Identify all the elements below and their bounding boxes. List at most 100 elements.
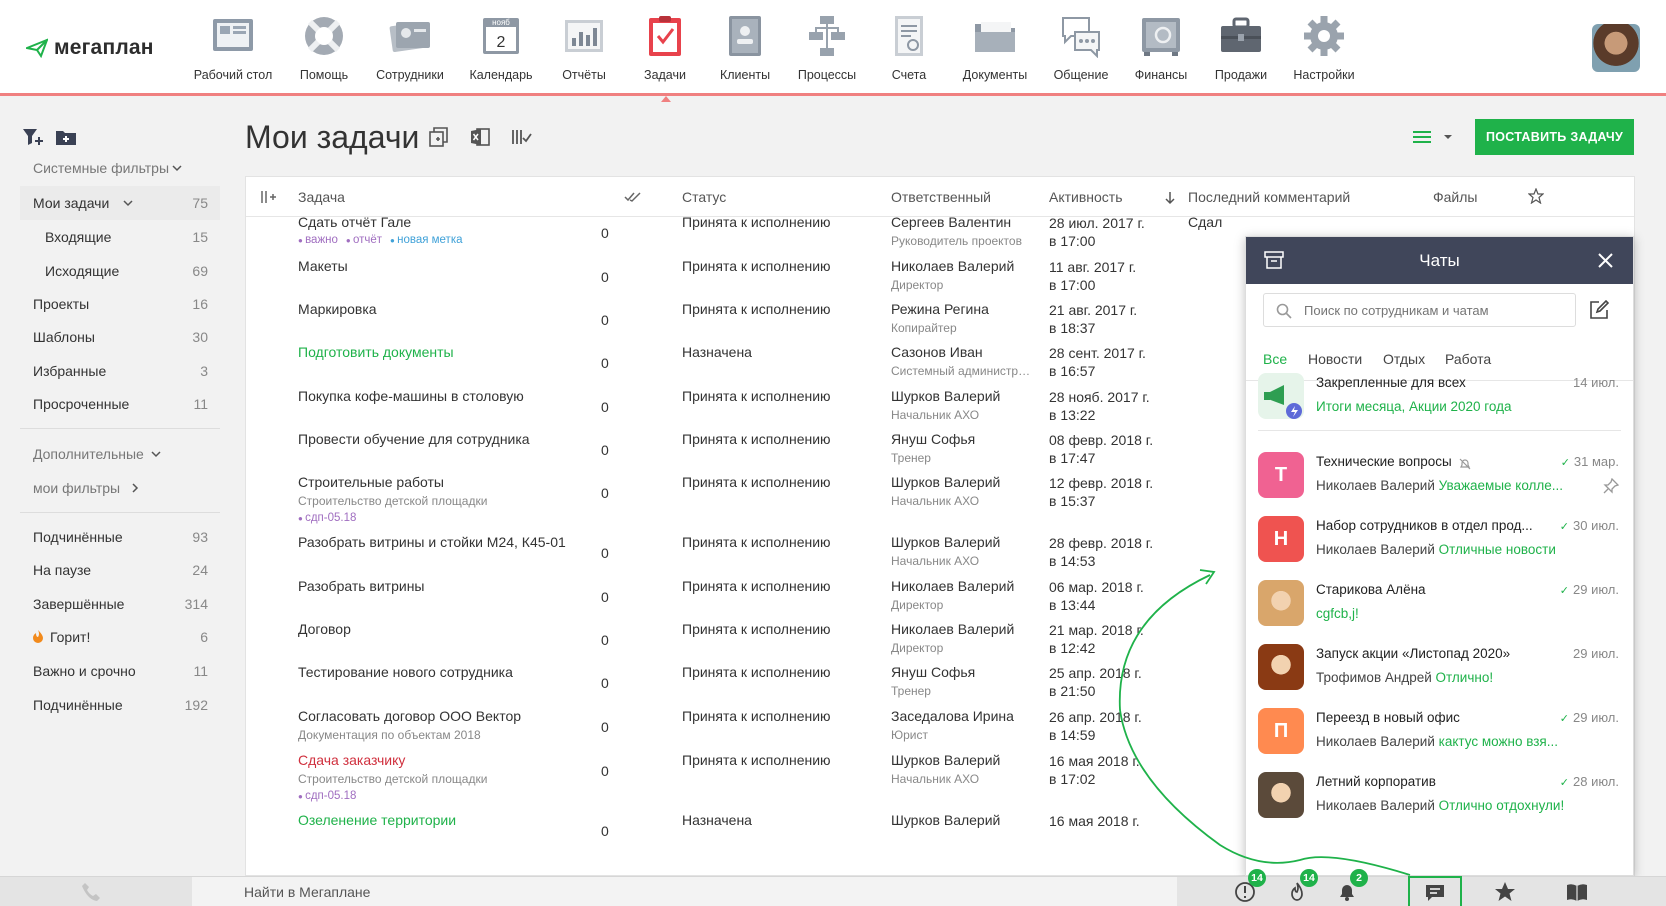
task-name[interactable]: Согласовать договор ООО Вектор: [298, 708, 521, 724]
add-task-button[interactable]: ПОСТАВИТЬ ЗАДАЧУ: [1475, 119, 1634, 155]
tag-label[interactable]: важно: [298, 234, 338, 246]
nav-item-1[interactable]: Рабочий стол: [185, 14, 281, 82]
list-view-toggle[interactable]: [1413, 130, 1453, 144]
star-icon[interactable]: [1528, 188, 1544, 204]
responsible-name[interactable]: Шурков Валерий: [891, 534, 1000, 550]
responsible-name[interactable]: Януш Софья: [891, 664, 975, 680]
nav-item-10[interactable]: Документы: [947, 14, 1043, 82]
phone-icon[interactable]: [80, 881, 102, 903]
sidebar-item-4[interactable]: Проекты 16: [20, 287, 220, 321]
sidebar-item2-6[interactable]: Подчинённые 192: [20, 688, 220, 722]
task-name[interactable]: Разобрать витрины: [298, 578, 425, 594]
col-task[interactable]: Задача: [298, 189, 345, 205]
copy-icon[interactable]: [428, 126, 450, 148]
chat-item[interactable]: Запуск акции «Листопад 2020» Трофимов Анд…: [1246, 638, 1633, 702]
responsible-name[interactable]: Николаев Валерий: [891, 578, 1014, 594]
chat-item[interactable]: Н Набор сотрудников в отдел прод... Никола…: [1246, 510, 1633, 574]
activity-time: в 17:02: [1049, 771, 1096, 787]
task-name[interactable]: Озеленение территории: [298, 812, 456, 828]
sidebar-item2-1[interactable]: Подчинённые 93: [20, 520, 220, 554]
nav-item-13[interactable]: Продажи: [1193, 14, 1289, 82]
responsible-name[interactable]: Николаев Валерий: [891, 621, 1014, 637]
columns-settings-icon[interactable]: [510, 126, 532, 148]
nav-item-2[interactable]: Помощь: [276, 14, 372, 82]
sidebar-item-6[interactable]: Избранные 3: [20, 354, 220, 388]
sidebar-item-7[interactable]: Просроченные 11: [20, 387, 220, 421]
nav-item-3[interactable]: Сотрудники: [362, 14, 458, 82]
filter-add-icon[interactable]: [22, 128, 44, 146]
responsible-name[interactable]: Шурков Валерий: [891, 388, 1000, 404]
sidebar-item-3[interactable]: Исходящие 69: [20, 254, 220, 288]
task-name[interactable]: Покупка кофе-машины в столовую: [298, 388, 524, 404]
add-column-icon[interactable]: [260, 190, 276, 204]
chat-item[interactable]: Т Технические вопросы Николаев Валерий Ува…: [1246, 446, 1633, 510]
task-name[interactable]: Тестирование нового сотрудника: [298, 664, 513, 680]
col-activity[interactable]: Активность: [1049, 189, 1123, 205]
tag-label[interactable]: отчёт: [346, 234, 382, 246]
sidebar-item2-3[interactable]: Завершённые 314: [20, 587, 220, 621]
task-name[interactable]: Разобрать витрины и стойки М24, К45-01: [298, 534, 566, 550]
col-status[interactable]: Статус: [682, 189, 726, 205]
task-name[interactable]: Подготовить документы: [298, 344, 454, 360]
task-name[interactable]: Договор: [298, 621, 351, 637]
chats-button[interactable]: [1408, 876, 1462, 906]
tag-label[interactable]: сдп-05.18: [298, 512, 356, 524]
task-name[interactable]: Сдать отчёт Гале: [298, 214, 411, 230]
sort-down-icon[interactable]: [1164, 191, 1176, 205]
chat-item[interactable]: Летний корпоратив Николаев Валерий Отличн…: [1246, 766, 1633, 830]
responsible-name[interactable]: Сазонов Иван: [891, 344, 983, 360]
task-project[interactable]: Документация по объектам 2018: [298, 728, 481, 742]
sidebar-item2-4[interactable]: Горит! 6: [20, 620, 220, 654]
chat-item[interactable]: Закрепленные для всех Итоги месяца, Акции…: [1246, 367, 1633, 431]
chat-tab-2[interactable]: Новости: [1308, 351, 1362, 367]
my-filters[interactable]: мои фильтры: [20, 471, 220, 505]
task-name[interactable]: Строительные работы: [298, 474, 444, 490]
excel-icon[interactable]: [469, 126, 491, 148]
sidebar-item2-5[interactable]: Важно и срочно 11: [20, 654, 220, 688]
chat-item[interactable]: П Переезд в новый офис Николаев Валерий ка…: [1246, 702, 1633, 766]
responsible-name[interactable]: Режина Регина: [891, 301, 989, 317]
responsible-name[interactable]: Януш Софья: [891, 431, 975, 447]
sidebar-item-2[interactable]: Входящие 15: [20, 220, 220, 254]
col-responsible[interactable]: Ответственный: [891, 189, 991, 205]
pin-icon[interactable]: [1603, 478, 1619, 494]
col-last-comment[interactable]: Последний комментарий: [1188, 189, 1350, 205]
global-search[interactable]: Найти в Мегаплане: [192, 877, 1177, 906]
chat-item[interactable]: Старикова Алёна cgfcb,j! ✓ 29 июл.: [1246, 574, 1633, 638]
sidebar-item-5[interactable]: Шаблоны 30: [20, 320, 220, 354]
task-name[interactable]: Маркировка: [298, 301, 377, 317]
task-name[interactable]: Макеты: [298, 258, 348, 274]
sidebar-item-1[interactable]: Мои задачи 75: [20, 186, 220, 220]
chat-tab-1[interactable]: Все: [1263, 351, 1288, 376]
tag-label[interactable]: сдп-05.18: [298, 790, 356, 802]
favorites-star-icon[interactable]: [1494, 881, 1516, 903]
folder-add-icon[interactable]: [55, 128, 77, 146]
nav-item-9[interactable]: Счета: [861, 14, 957, 82]
responsible-name[interactable]: Шурков Валерий: [891, 812, 1000, 828]
tag-label[interactable]: новая метка: [390, 234, 462, 246]
logo[interactable]: мегаплан: [26, 36, 154, 60]
responsible-name[interactable]: Сергеев Валентин: [891, 214, 1011, 230]
responsible-name[interactable]: Николаев Валерий: [891, 258, 1014, 274]
task-name[interactable]: Провести обучение для сотрудника: [298, 431, 530, 447]
col-files[interactable]: Файлы: [1433, 189, 1477, 205]
nav-item-14[interactable]: Настройки: [1276, 14, 1372, 82]
responsible-name[interactable]: Шурков Валерий: [891, 752, 1000, 768]
system-filters[interactable]: Системные фильтры: [20, 151, 220, 185]
chat-search-input[interactable]: [1263, 293, 1576, 327]
chat-tab-3[interactable]: Отдых: [1383, 351, 1425, 367]
responsible-name[interactable]: Шурков Валерий: [891, 474, 1000, 490]
sidebar-item2-2[interactable]: На паузе 24: [20, 553, 220, 587]
extra-filters[interactable]: Дополнительные: [20, 437, 220, 471]
task-name[interactable]: Сдача заказчику: [298, 752, 405, 768]
double-check-icon[interactable]: [624, 191, 642, 203]
close-icon[interactable]: [1598, 253, 1613, 268]
user-avatar[interactable]: [1592, 24, 1640, 72]
compose-icon[interactable]: [1589, 300, 1609, 320]
nav-item-4[interactable]: нояб 2 Календарь: [453, 14, 549, 82]
responsible-name[interactable]: Заседалова Ирина: [891, 708, 1014, 724]
book-icon[interactable]: [1566, 881, 1588, 903]
task-project[interactable]: Строительство детской площадки: [298, 772, 487, 786]
chat-tab-4[interactable]: Работа: [1445, 351, 1491, 367]
task-project[interactable]: Строительство детской площадки: [298, 494, 487, 508]
